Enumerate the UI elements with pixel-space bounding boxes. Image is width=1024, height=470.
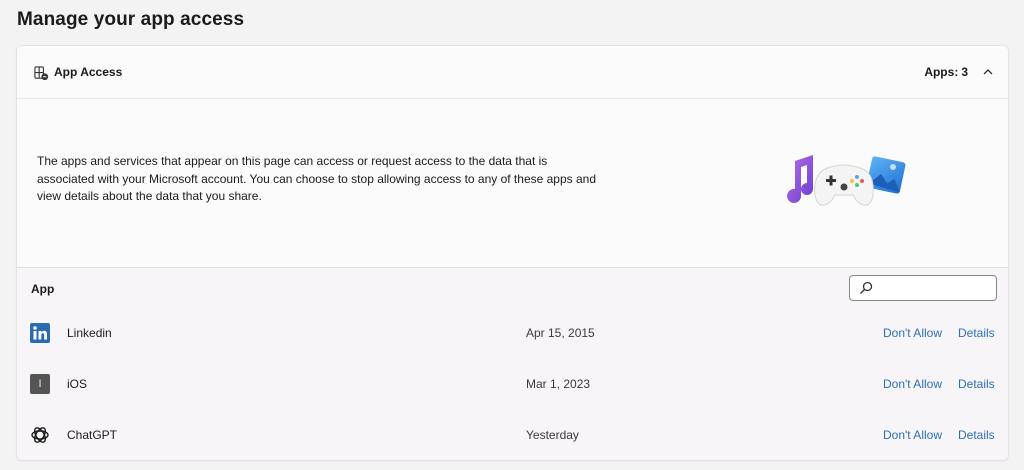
intro-text: The apps and services that appear on thi… xyxy=(37,154,597,203)
search-icon xyxy=(860,281,873,294)
apps-count-label: Apps: xyxy=(924,65,959,79)
search-box[interactable] xyxy=(849,275,997,301)
app-date: Apr 15, 2015 xyxy=(526,326,595,340)
app-access-card: App Access Apps: 3 The apps and services … xyxy=(16,45,1009,461)
app-access-icon xyxy=(34,66,49,81)
search-input[interactable] xyxy=(878,279,992,297)
intro-section: The apps and services that appear on thi… xyxy=(17,99,1008,267)
dont-allow-link[interactable]: Don't Allow xyxy=(883,326,942,340)
app-date: Mar 1, 2023 xyxy=(526,377,591,391)
table-row: ChatGPT Yesterday Don't Allow Details xyxy=(17,413,1008,460)
dont-allow-link[interactable]: Don't Allow xyxy=(883,377,942,391)
table-row: Linkedin Apr 15, 2015 Don't Allow Detail… xyxy=(17,311,1008,361)
apps-table: App Linkedin Apr 15, 2015 Don't Allow De… xyxy=(17,267,1008,460)
card-title: App Access xyxy=(54,65,123,79)
ios-icon: I xyxy=(30,374,50,394)
details-link[interactable]: Details xyxy=(958,326,995,340)
apps-count-value: 3 xyxy=(961,65,968,79)
app-date: Yesterday xyxy=(526,428,579,442)
details-link[interactable]: Details xyxy=(958,377,995,391)
music-controller-photo-illustration xyxy=(787,155,906,206)
app-column-header: App xyxy=(31,282,55,296)
app-name: iOS xyxy=(67,377,88,391)
app-name: ChatGPT xyxy=(67,428,118,442)
page-title: Manage your app access xyxy=(17,9,245,30)
dont-allow-link[interactable]: Don't Allow xyxy=(883,428,942,442)
chevron-up-icon[interactable] xyxy=(982,66,994,78)
chatgpt-icon xyxy=(31,427,49,443)
apps-count: Apps: 3 xyxy=(924,65,968,79)
app-name: Linkedin xyxy=(67,326,112,340)
linkedin-icon xyxy=(30,323,50,343)
details-link[interactable]: Details xyxy=(958,428,995,442)
table-row: I iOS Mar 1, 2023 Don't Allow Details xyxy=(17,362,1008,412)
card-header[interactable]: App Access Apps: 3 xyxy=(17,46,1008,99)
